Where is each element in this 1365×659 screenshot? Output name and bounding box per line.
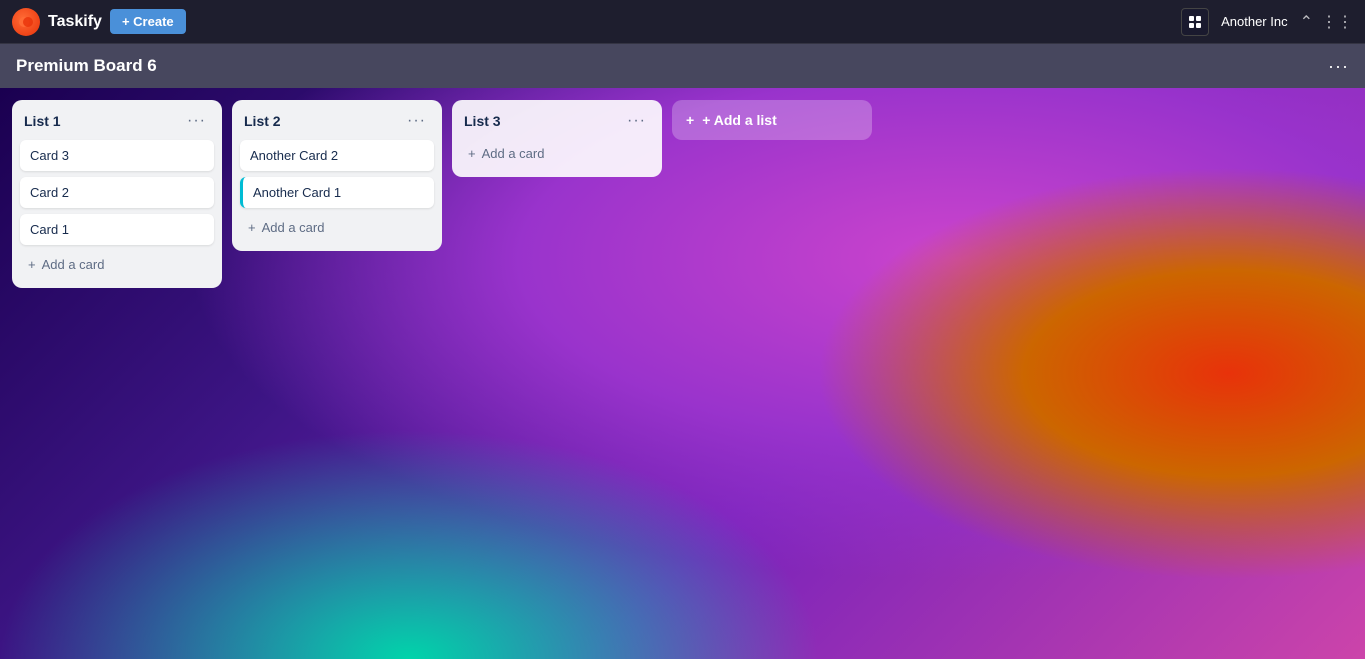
list-1-menu-button[interactable]: ··· — [183, 110, 210, 132]
chevron-up-icon[interactable]: ⌃ — [1300, 12, 1313, 32]
list-2: List 2 ··· Another Card 2 Another Card 1… — [232, 100, 442, 251]
header: Taskify + Create Another Inc ⌃ ⋮⋮ — [0, 0, 1365, 44]
another-card-2[interactable]: Another Card 2 — [240, 140, 434, 171]
list-2-title: List 2 — [244, 113, 281, 129]
plus-icon: + — [686, 112, 694, 128]
add-card-label: Add a card — [482, 146, 545, 161]
add-list-button[interactable]: + + Add a list — [672, 100, 872, 140]
another-card-1[interactable]: Another Card 1 — [240, 177, 434, 208]
create-button[interactable]: + Create — [110, 9, 186, 34]
board-title: Premium Board 6 — [16, 56, 157, 76]
add-card-label: Add a card — [42, 257, 105, 272]
list-1: List 1 ··· Card 3 Card 2 Card 1 + Add a … — [12, 100, 222, 288]
grid-icon[interactable]: ⋮⋮ — [1321, 12, 1353, 32]
add-list-label: + Add a list — [702, 112, 777, 128]
list-3-add-card-button[interactable]: + Add a card — [460, 140, 654, 167]
card-1[interactable]: Card 1 — [20, 214, 214, 245]
board-bar: Premium Board 6 ··· — [0, 44, 1365, 88]
list-3-menu-button[interactable]: ··· — [623, 110, 650, 132]
header-icons: ⌃ ⋮⋮ — [1300, 12, 1353, 32]
board-content: List 1 ··· Card 3 Card 2 Card 1 + Add a … — [0, 88, 1365, 659]
card-2[interactable]: Card 2 — [20, 177, 214, 208]
list-1-header: List 1 ··· — [20, 110, 214, 132]
header-left: Taskify + Create — [12, 8, 186, 36]
list-1-title: List 1 — [24, 113, 61, 129]
list-2-header: List 2 ··· — [240, 110, 434, 132]
list-2-add-card-button[interactable]: + Add a card — [240, 214, 434, 241]
logo-icon — [12, 8, 40, 36]
list-3-title: List 3 — [464, 113, 501, 129]
card-3[interactable]: Card 3 — [20, 140, 214, 171]
list-2-menu-button[interactable]: ··· — [403, 110, 430, 132]
user-badge — [1181, 8, 1209, 36]
header-right: Another Inc ⌃ ⋮⋮ — [1181, 8, 1353, 36]
plus-icon: + — [28, 257, 36, 272]
logo-text: Taskify — [48, 13, 102, 31]
list-1-add-card-button[interactable]: + Add a card — [20, 251, 214, 278]
add-card-label: Add a card — [262, 220, 325, 235]
list-3: List 3 ··· + Add a card — [452, 100, 662, 177]
plus-icon: + — [468, 146, 476, 161]
company-name: Another Inc — [1221, 14, 1288, 29]
plus-icon: + — [248, 220, 256, 235]
lists-container: List 1 ··· Card 3 Card 2 Card 1 + Add a … — [0, 88, 1365, 659]
board-menu-icon[interactable]: ··· — [1328, 56, 1349, 77]
list-3-header: List 3 ··· — [460, 110, 654, 132]
